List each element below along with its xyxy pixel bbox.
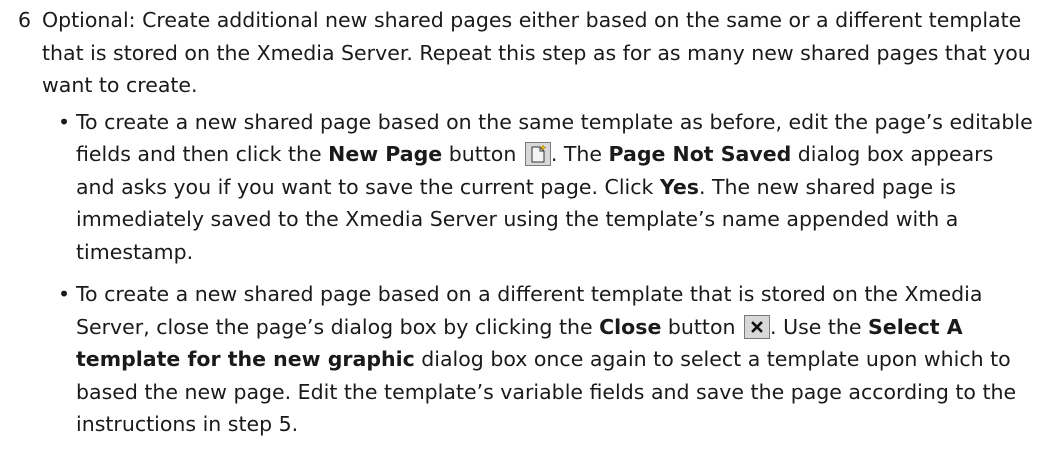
- close-icon: [744, 314, 771, 339]
- step-row: 6 Optional: Create additional new shared…: [18, 4, 1038, 102]
- bullet-marker: •: [58, 282, 71, 306]
- list-item-same-template: • To create a new shared page based on t…: [58, 106, 1038, 269]
- step-number: 6: [18, 8, 32, 32]
- bold-close: Close: [599, 314, 662, 339]
- list-item-different-template: • To create a new shared page based on a…: [58, 278, 1038, 441]
- bullet-text: To create a new shared page based on the…: [76, 106, 1038, 269]
- document-page: 6 Optional: Create additional new shared…: [0, 0, 1057, 455]
- step-6: 6 Optional: Create additional new shared…: [18, 4, 1038, 451]
- new-page-icon: [524, 142, 551, 166]
- step-text: Optional: Create additional new shared p…: [42, 8, 1031, 97]
- bold-page-not-saved: Page Not Saved: [608, 142, 792, 166]
- text-run: button: [661, 314, 743, 339]
- text-run: . The: [550, 142, 609, 166]
- text-run: . Use the: [770, 314, 869, 339]
- bullet-marker: •: [58, 109, 71, 134]
- bullet-text: To create a new shared page based on a d…: [76, 278, 1038, 441]
- bold-yes: Yes: [659, 174, 699, 199]
- bullet-list: • To create a new shared page based on t…: [18, 106, 1038, 441]
- bold-new-page: New Page: [328, 142, 443, 166]
- text-run: button: [442, 142, 523, 166]
